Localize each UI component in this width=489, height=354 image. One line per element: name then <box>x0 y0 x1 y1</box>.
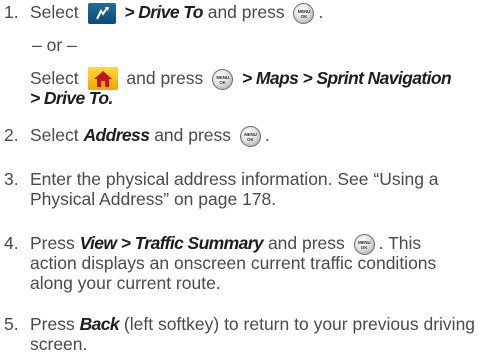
step-number: 2. <box>4 125 19 145</box>
back-softkey: Back <box>79 314 120 334</box>
address-option: Address <box>83 125 150 145</box>
step-number: 3. <box>4 169 19 189</box>
step-text: and press <box>126 68 204 88</box>
step-1-line-1: Select > Drive To and press MENU OK . <box>30 2 324 24</box>
step-1: 1. Select > Drive To and press MENU OK .… <box>4 2 487 108</box>
step-text: Select <box>30 68 79 88</box>
step-1-line-3: Select and press MENU OK > Maps > Sprint… <box>30 67 487 90</box>
navigation-app-icon <box>87 3 116 24</box>
traffic-summary-path: > Traffic Summary <box>116 233 264 253</box>
maps-navigation-path: > Maps > Sprint Navigation <box>242 68 452 88</box>
step-3-text: Enter the physical address information. … <box>30 169 439 209</box>
step-number: 4. <box>4 233 19 253</box>
menu-ok-key-icon: MENU OK <box>239 126 261 147</box>
step-4-line-1: Press View > Traffic Summary and press M… <box>30 233 422 255</box>
step-5: 5. Press Back (left softkey) to return t… <box>4 314 487 354</box>
or-separator: – or – <box>32 35 77 55</box>
menu-ok-key-icon: MENU OK <box>353 234 375 255</box>
step-4: 4. Press View > Traffic Summary and pres… <box>4 233 487 293</box>
step-text: Press <box>30 233 80 253</box>
step-text: and press <box>263 233 345 253</box>
page: { "steps": [ { "num": "1.", "lead": "Sel… <box>0 0 489 354</box>
step-number: 1. <box>4 2 19 22</box>
home-icon <box>87 67 118 90</box>
step-2: 2. Select Address and press MENU OK . <box>4 125 487 147</box>
step-number: 5. <box>4 314 19 334</box>
step-5-text: Press Back (left softkey) to return to y… <box>30 314 476 354</box>
menu-ok-key-icon: MENU OK <box>212 69 234 90</box>
menu-ok-key-icon: MENU OK <box>293 3 315 24</box>
step-2-line: Select Address and press MENU OK . <box>30 125 270 147</box>
step-text: Select <box>30 125 84 145</box>
drive-to-path: > Drive To <box>124 2 203 22</box>
step-text: and press <box>149 125 232 145</box>
step-4-text: action displays an onscreen current traf… <box>30 253 437 293</box>
view-menu: View <box>79 233 117 253</box>
step-text: and press <box>207 2 285 22</box>
drive-to-path: > Drive To. <box>30 88 113 108</box>
step-3: 3. Enter the physical address informatio… <box>4 169 487 209</box>
step-text: Select <box>30 2 79 22</box>
